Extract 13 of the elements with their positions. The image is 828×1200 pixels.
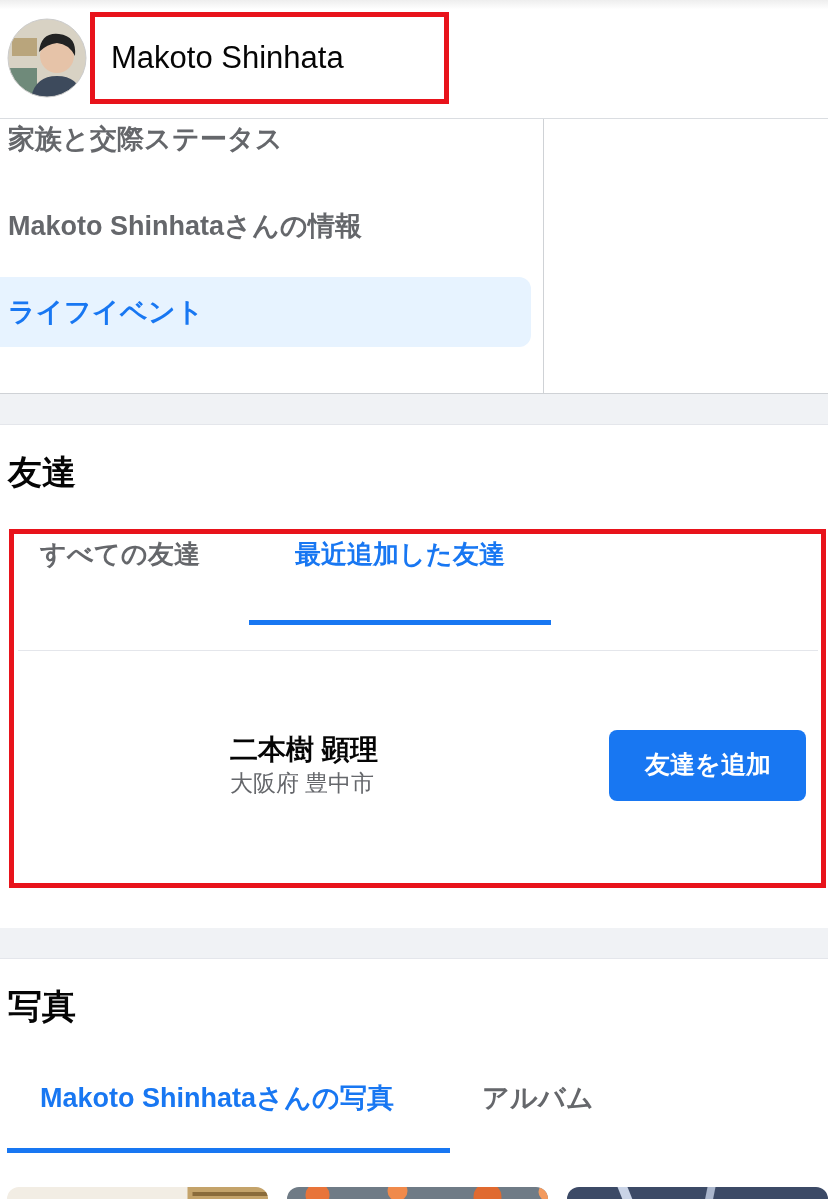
- menu-item[interactable]: Makoto Shinhataさんの情報: [0, 191, 531, 261]
- menu-item[interactable]: 家族と交際ステータス: [0, 119, 531, 167]
- friend-location: 大阪府 豊中市: [230, 769, 376, 798]
- friend-name[interactable]: 二本樹 顕理: [230, 732, 609, 768]
- add-friend-button[interactable]: 友達を追加: [609, 729, 806, 801]
- menu-item[interactable]: ライフイベント: [0, 277, 531, 347]
- section-title: 写真: [7, 986, 77, 1027]
- profile-name[interactable]: Makoto Shinhata: [111, 34, 344, 82]
- tab[interactable]: Makoto Shinhataさんの写真: [7, 1049, 450, 1153]
- section-title: 友達: [6, 452, 77, 493]
- tab[interactable]: アルバム: [450, 1049, 594, 1153]
- tab[interactable]: すべての友達: [18, 535, 238, 625]
- tab[interactable]: 最近追加した友達: [249, 535, 551, 625]
